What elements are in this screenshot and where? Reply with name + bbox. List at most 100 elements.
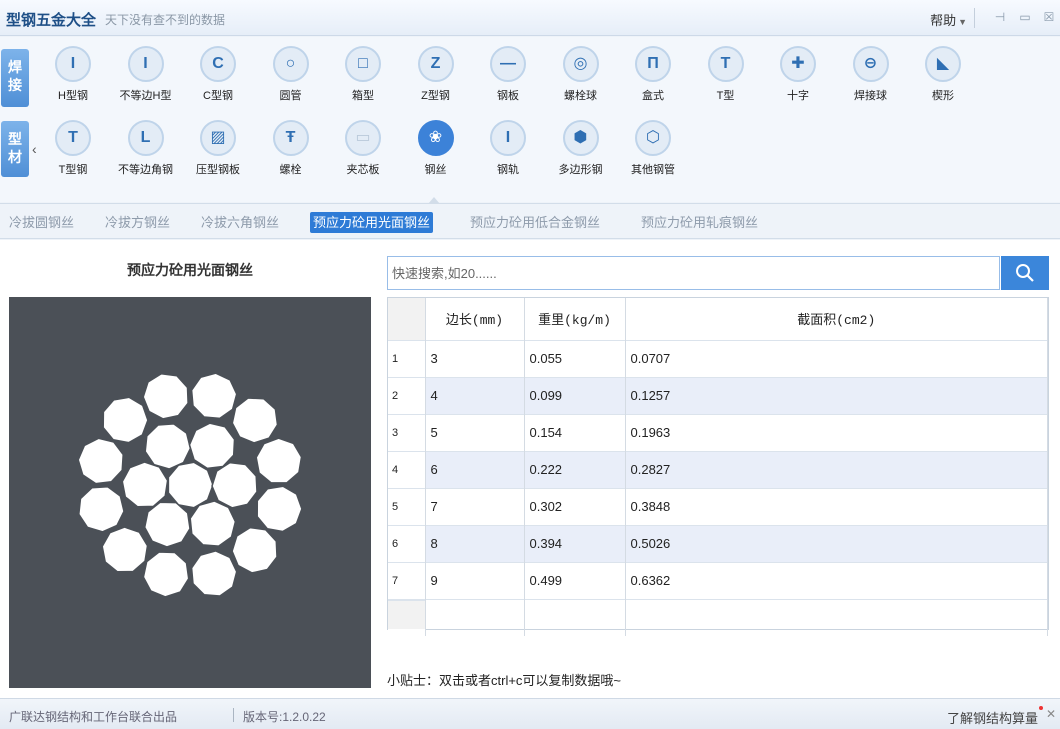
- tool-icon: ◣: [925, 46, 961, 82]
- row-number: 1: [388, 339, 426, 377]
- status-close-icon[interactable]: ✕: [1046, 707, 1056, 721]
- credit-text: 广联达钢结构和工作台联合出品: [9, 710, 178, 724]
- tool-tools_row2-4[interactable]: ▭ 夹芯板: [328, 120, 398, 177]
- tool-tools_row1-11[interactable]: ⊖ 焊接球: [836, 46, 906, 103]
- tool-icon: ✚: [780, 46, 816, 82]
- tool-icon: I: [127, 46, 164, 82]
- category-weld-tab[interactable]: 焊 接: [1, 49, 29, 107]
- subtab-4[interactable]: 预应力砼用低合金钢丝: [467, 212, 603, 233]
- tool-tools_row2-2[interactable]: ▨ 压型钢板: [183, 120, 253, 177]
- wire-strand: [143, 501, 191, 548]
- table-row[interactable]: 1 3 0.055 0.0707: [388, 339, 1048, 377]
- wire-strand: [188, 422, 236, 470]
- tool-label: T型: [716, 90, 735, 102]
- cell-side: 8: [425, 524, 525, 562]
- chevron-down-icon: ▼: [958, 17, 967, 27]
- tool-label: 夹芯板: [346, 164, 380, 176]
- tool-label: 钢轨: [497, 164, 519, 176]
- wire-strand: [211, 461, 258, 509]
- column-header-weight[interactable]: 重里(kg/m): [524, 298, 626, 340]
- category-profile-tab[interactable]: 型 材: [1, 121, 29, 177]
- tool-icon: Ŧ: [272, 120, 309, 156]
- close-icon[interactable]: ☒: [1041, 9, 1057, 25]
- table-row[interactable]: 6 8 0.394 0.5026: [388, 524, 1048, 562]
- tool-icon: T: [707, 46, 744, 82]
- table-row[interactable]: 2 4 0.099 0.1257: [388, 376, 1048, 414]
- tool-tools_row2-0[interactable]: T T型钢: [38, 120, 108, 177]
- tool-tools_row2-3[interactable]: Ŧ 螺栓: [256, 120, 326, 177]
- wire-strand: [231, 397, 279, 444]
- column-header-area[interactable]: 截面积(cm2): [625, 298, 1048, 340]
- cell-weight: 0.055: [524, 339, 626, 377]
- wire-strand: [256, 485, 303, 533]
- tool-tools_row2-8[interactable]: ⬡ 其他钢管: [618, 120, 688, 177]
- subtype-tabs: 冷拔圆钢丝 冷拔方钢丝 冷拔六角钢丝 预应力砼用光面钢丝 预应力砼用低合金钢丝 预应力砼用…: [0, 197, 1060, 239]
- wire-strand: [142, 551, 190, 598]
- tool-tools_row1-2[interactable]: C C型钢: [183, 46, 253, 103]
- tool-label: T型钢: [58, 164, 88, 176]
- table-row[interactable]: 7 9 0.499 0.6362: [388, 561, 1048, 599]
- column-header-side[interactable]: 边长(mm): [425, 298, 525, 340]
- tool-tools_row1-8[interactable]: Π 盒式: [618, 46, 688, 103]
- cell-area: 0.6362: [625, 561, 1048, 599]
- tool-label: 螺栓: [279, 164, 302, 176]
- tool-label: 不等边角钢: [118, 164, 173, 176]
- wire-strand: [190, 372, 238, 420]
- tool-tools_row1-4[interactable]: □ 箱型: [328, 46, 398, 103]
- chevron-left-icon[interactable]: ‹: [32, 141, 37, 157]
- tool-tools_row1-3[interactable]: ○ 圆管: [256, 46, 326, 103]
- tool-icon: I: [55, 46, 91, 82]
- tool-tools_row1-7[interactable]: ◎ 螺栓球: [546, 46, 616, 103]
- empty-cell: [625, 598, 1048, 636]
- search-input[interactable]: [387, 256, 1000, 290]
- data-table[interactable]: 边长(mm) 重里(kg/m) 截面积(cm2) 1 3 0.055 0.0707 2 4…: [387, 297, 1049, 636]
- pin-icon[interactable]: ⊣: [992, 9, 1008, 25]
- cell-area: 0.1257: [625, 376, 1048, 414]
- cell-area: 0.3848: [625, 487, 1048, 525]
- tool-icon: ⬢: [562, 120, 599, 156]
- cell-weight: 0.099: [524, 376, 626, 414]
- subtab-0[interactable]: 冷拔圆钢丝: [6, 212, 77, 233]
- cell-area: 0.2827: [625, 450, 1048, 488]
- tool-tools_row1-9[interactable]: T T型: [691, 46, 761, 103]
- learn-link[interactable]: 了解钢结构算量: [947, 708, 1038, 727]
- table-row[interactable]: 5 7 0.302 0.3848: [388, 487, 1048, 525]
- row-number: 2: [388, 376, 426, 414]
- table-row[interactable]: 4 6 0.222 0.2827: [388, 450, 1048, 488]
- cell-side: 3: [425, 339, 525, 377]
- app-slogan: 天下没有查不到的数据: [105, 13, 226, 27]
- tool-tools_row2-7[interactable]: ⬢ 多边形钢: [546, 120, 616, 177]
- subtab-3[interactable]: 预应力砼用光面钢丝: [310, 212, 434, 233]
- tool-tools_row1-10[interactable]: ✚ 十字: [763, 46, 833, 103]
- cell-area: 0.1963: [625, 413, 1048, 451]
- subtab-5[interactable]: 预应力砼用轧痕钢丝: [638, 212, 761, 233]
- minimize-icon[interactable]: ▭: [1017, 9, 1033, 25]
- tool-label: 圆管: [279, 90, 302, 102]
- tool-icon: Z: [417, 46, 454, 82]
- tool-tools_row2-5[interactable]: ❀ 钢丝: [401, 120, 471, 177]
- cell-side: 9: [425, 561, 525, 599]
- table-row[interactable]: 3 5 0.154 0.1963: [388, 413, 1048, 451]
- tool-tools_row2-6[interactable]: I 钢轨: [473, 120, 543, 177]
- subtab-2[interactable]: 冷拔六角钢丝: [198, 212, 282, 233]
- search-button[interactable]: [1001, 256, 1049, 290]
- cell-side: 7: [425, 487, 525, 525]
- tool-tools_row1-1[interactable]: I 不等边H型: [111, 46, 181, 103]
- notification-dot: [1039, 706, 1043, 710]
- tool-tools_row1-0[interactable]: I H型钢: [38, 46, 108, 103]
- tool-label: H型钢: [58, 90, 88, 102]
- help-menu[interactable]: 帮助 ▼: [930, 10, 967, 29]
- title-bar: 型钢五金大全 天下没有查不到的数据 帮助 ▼ ⊣ ▭ ☒: [0, 0, 1060, 36]
- tool-tools_row1-5[interactable]: Z Z型钢: [401, 46, 471, 103]
- tool-label: 不等边H型: [119, 90, 172, 102]
- subtab-1[interactable]: 冷拔方钢丝: [102, 212, 173, 233]
- category-toolbar: 焊 接 型 材 ‹ I H型钢 I 不等边H型 C C型钢 ○ 圆管 □ 箱型 Z Z型钢 — 钢板 ◎ 螺栓…: [0, 37, 1060, 202]
- wire-strand: [255, 437, 303, 484]
- wire-strand: [142, 372, 189, 420]
- tool-icon: I: [490, 120, 526, 156]
- tool-label: 钢丝: [424, 164, 447, 176]
- tool-tools_row2-1[interactable]: L 不等边角钢: [111, 120, 181, 177]
- cell-side: 5: [425, 413, 525, 451]
- tool-tools_row1-12[interactable]: ◣ 楔形: [908, 46, 978, 103]
- tool-tools_row1-6[interactable]: — 钢板: [473, 46, 543, 103]
